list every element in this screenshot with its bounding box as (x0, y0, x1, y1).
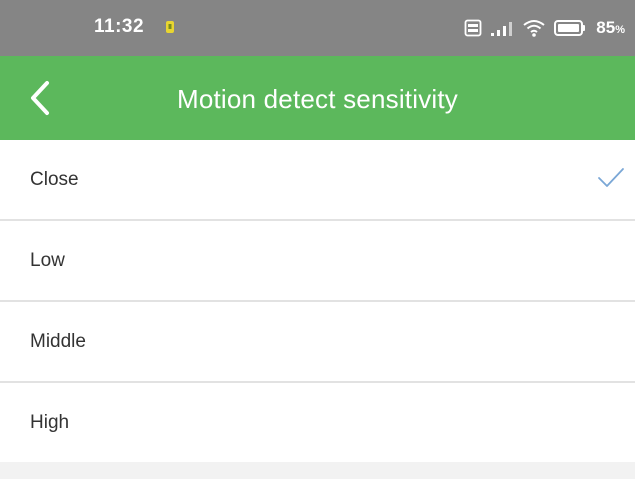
option-close[interactable]: Close (0, 140, 635, 221)
battery-icon (554, 19, 586, 37)
signal-icon (490, 19, 514, 37)
sensitivity-options-list: Close Low Middle High (0, 140, 635, 462)
checkmark-icon (597, 166, 625, 190)
option-label: Close (30, 169, 79, 190)
option-label: Middle (30, 331, 86, 352)
status-time: 11:32 (94, 16, 145, 37)
status-bar: 11:32 85% (0, 0, 635, 56)
notification-icon (164, 20, 176, 34)
status-icons: 85% (464, 14, 625, 42)
app-bar: Motion detect sensitivity (0, 56, 635, 140)
screen: 11:32 85% Motion detect sensitivity Clos… (0, 0, 635, 479)
option-high[interactable]: High (0, 383, 635, 462)
wifi-icon (522, 18, 546, 38)
option-label: High (30, 412, 70, 433)
battery-percent: 85% (596, 18, 625, 37)
page-title: Motion detect sensitivity (176, 84, 458, 114)
option-label: Low (30, 250, 65, 271)
sim-icon (464, 19, 482, 37)
option-low[interactable]: Low (0, 221, 635, 302)
option-middle[interactable]: Middle (0, 302, 635, 383)
